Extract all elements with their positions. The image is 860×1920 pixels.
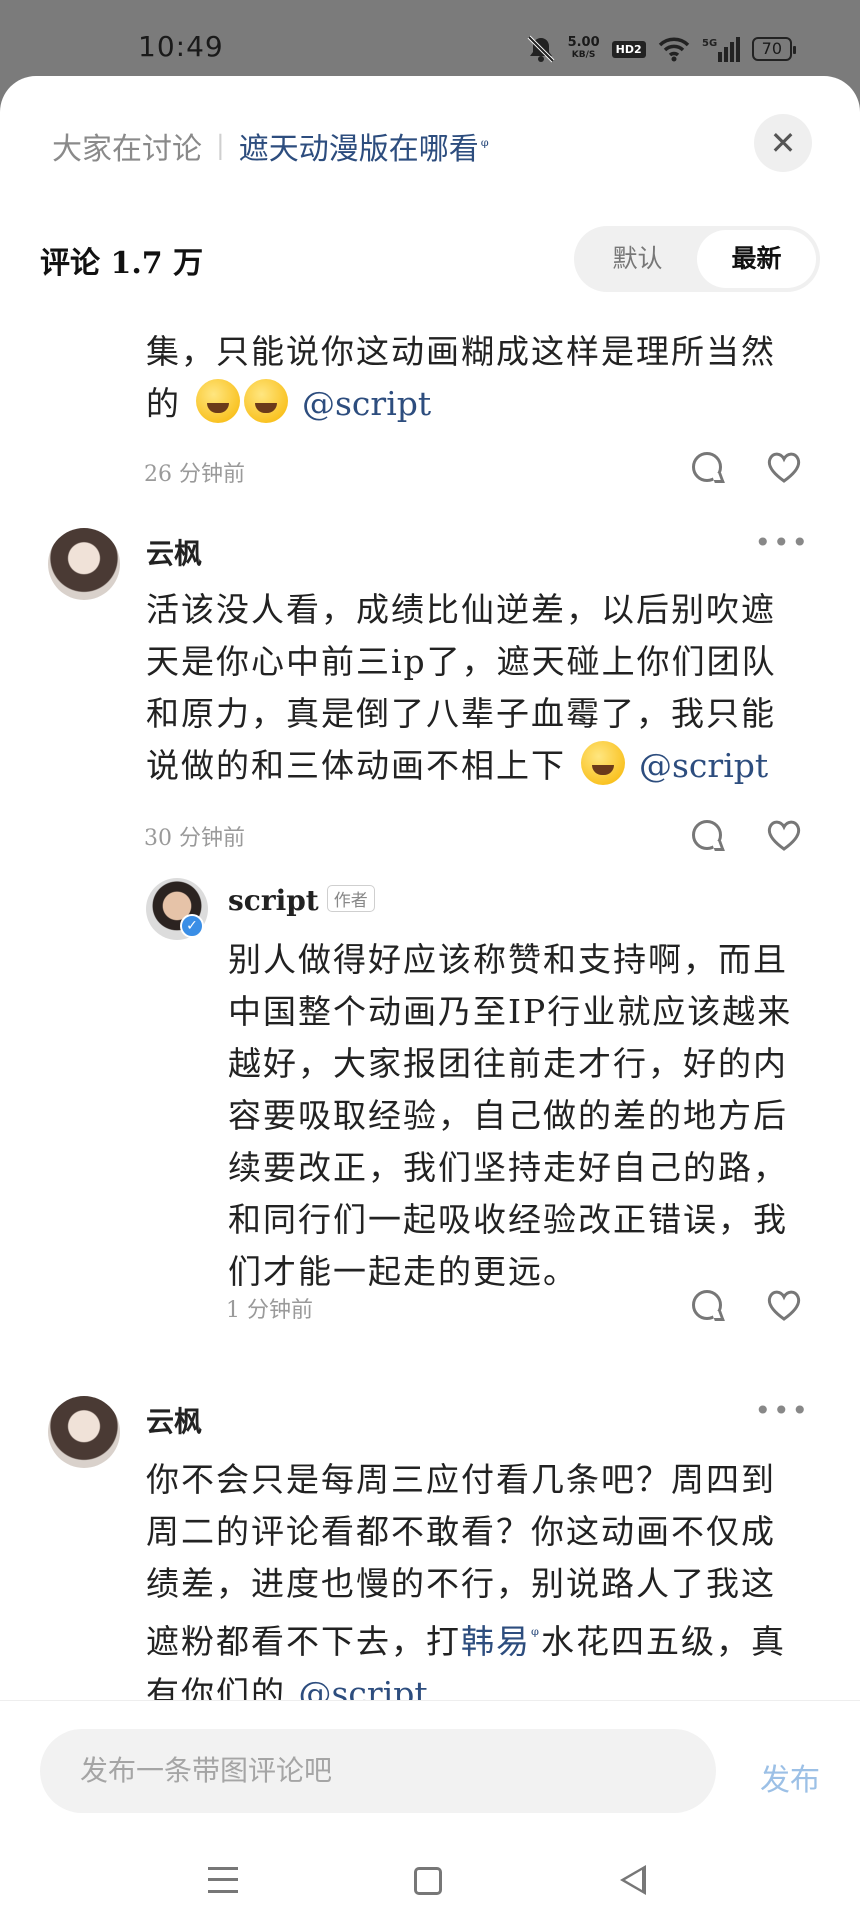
search-icon: ᵠ (531, 1625, 541, 1646)
hd-badge: HD2 (611, 40, 646, 58)
reply-author[interactable]: script 作者 (228, 884, 375, 917)
close-icon: ✕ (769, 124, 797, 162)
reply-icon[interactable] (692, 1290, 722, 1320)
discussing-label: 大家在讨论 (52, 132, 202, 167)
like-icon[interactable] (766, 450, 802, 484)
comment-text: 集，只能说你这动画糊成这样是理所当然的 @script (146, 332, 776, 423)
battery-indicator: 70 (751, 37, 797, 61)
avatar[interactable] (48, 528, 120, 600)
reply-time: 1 分钟前 (226, 1298, 313, 1323)
comment-time: 30 分钟前 (144, 826, 245, 851)
topic-link[interactable]: 遮天动漫版在哪看 (239, 124, 479, 168)
more-options-icon[interactable]: ••• (754, 526, 810, 559)
grinning-emoji-icon (580, 741, 625, 785)
mute-icon (527, 35, 554, 63)
comment-author[interactable]: 云枫 (146, 532, 202, 572)
status-time: 10:49 (138, 30, 224, 63)
menu-icon[interactable] (208, 1867, 238, 1893)
sort-latest-button[interactable]: 最新 (697, 230, 816, 288)
more-options-icon[interactable]: ••• (754, 1394, 810, 1427)
back-icon[interactable] (620, 1865, 646, 1895)
net-speed: 5.00 KB/S (567, 35, 600, 60)
reply-text: 别人做得好应该称赞和支持啊，而且中国整个动画乃至IP行业就应该越来越好，大家报团… (228, 940, 793, 1291)
verified-badge-icon: ✓ (180, 914, 204, 938)
like-icon[interactable] (766, 1288, 802, 1322)
laughing-emoji-icon (243, 379, 288, 423)
author-tag: 作者 (326, 885, 375, 912)
home-icon[interactable] (414, 1867, 442, 1895)
comment-time: 26 分钟前 (144, 462, 245, 487)
avatar[interactable] (48, 1396, 120, 1468)
comment-author[interactable]: 云枫 (146, 1400, 202, 1440)
comments-sheet: 大家在讨论 | 遮天动漫版在哪看 ᵠ ✕ 评论 1.7 万 默认 最新 集，只能… (0, 76, 860, 1920)
signal-icon: 5G (702, 37, 740, 62)
svg-text:5G: 5G (702, 38, 717, 49)
like-icon[interactable] (766, 818, 802, 852)
divider: | (216, 131, 225, 161)
status-icons: 5.00 KB/S HD2 5G 70 (526, 34, 797, 64)
reply-icon[interactable] (692, 820, 722, 850)
topic-link[interactable]: 韩易 (461, 1622, 531, 1661)
close-button[interactable]: ✕ (754, 114, 812, 172)
sort-toggle: 默认 最新 (574, 226, 820, 292)
sort-default-button[interactable]: 默认 (578, 230, 697, 288)
mention-link[interactable]: @script (639, 746, 768, 785)
wifi-icon (658, 37, 689, 62)
laughing-emoji-icon (195, 379, 240, 423)
comment-text: 你不会只是每周三应付看几条吧？周四到周二的评论看都不敢看？你这动画不仅成绩差，进… (146, 1460, 786, 1713)
comments-count-title: 评论 1.7 万 (40, 246, 204, 281)
comment-input-bar: 发布一条带图评论吧 发布 (0, 1700, 860, 1920)
comment-input[interactable]: 发布一条带图评论吧 (40, 1729, 716, 1813)
status-bar: 10:49 5.00 KB/S HD2 5G 70 (0, 0, 860, 76)
system-nav-bar (0, 1861, 860, 1920)
search-icon: ᵠ (480, 135, 489, 157)
comment-text: 活该没人看，成绩比仙逆差，以后别吹遮天是你心中前三ip了，遮天碰上你们团队和原力… (146, 590, 777, 785)
mention-link[interactable]: @script (302, 384, 431, 423)
topic-header: 大家在讨论 | 遮天动漫版在哪看 ᵠ (52, 124, 489, 168)
publish-button[interactable]: 发布 (760, 1755, 820, 1799)
reply-icon[interactable] (692, 452, 722, 482)
